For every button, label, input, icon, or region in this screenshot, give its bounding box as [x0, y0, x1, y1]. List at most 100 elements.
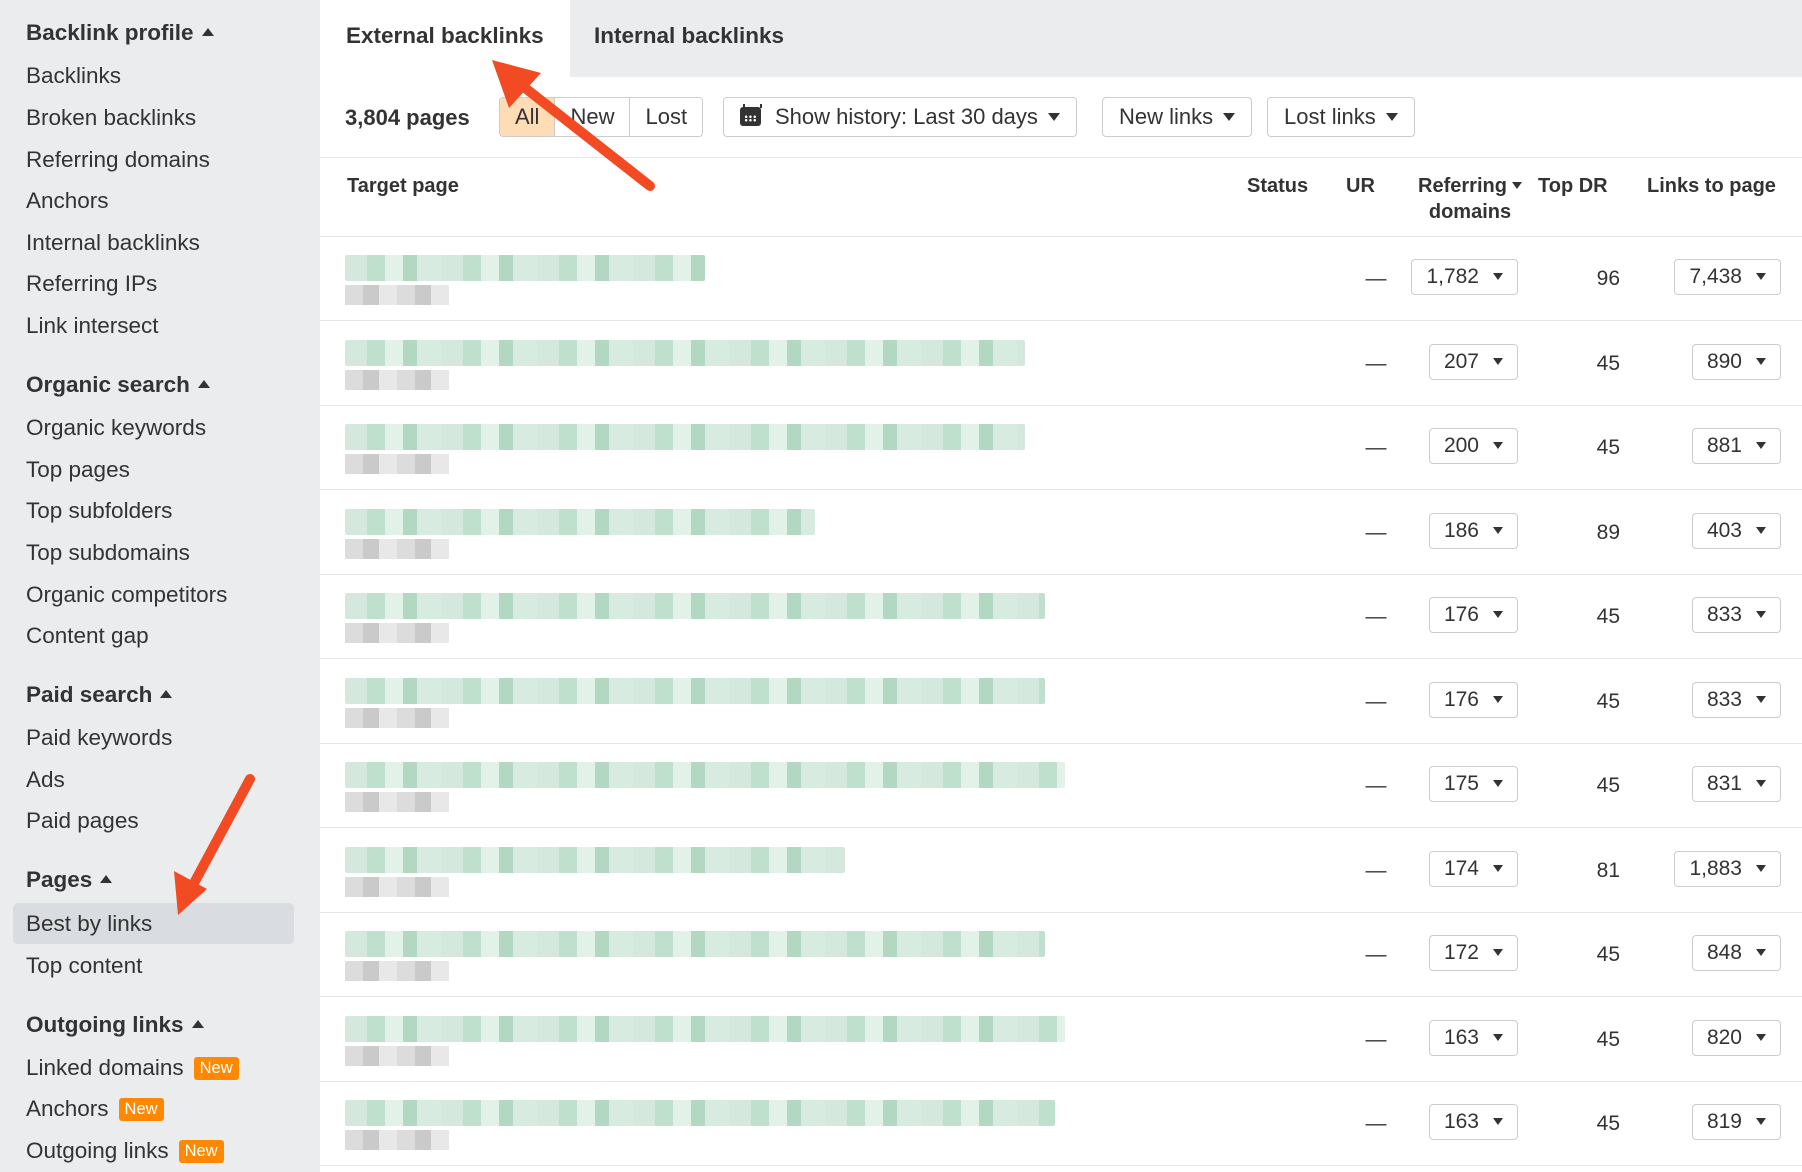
table-row[interactable]: — 186 89 403	[320, 491, 1802, 575]
referring-domains-dropdown[interactable]: 176	[1428, 597, 1518, 633]
sidebar-item-top-subdomains[interactable]: Top subdomains	[13, 532, 294, 573]
caret-down-icon	[1756, 780, 1766, 787]
links-to-page-value: 7,438	[1689, 265, 1742, 288]
target-page-link-redacted[interactable]	[345, 336, 1025, 392]
show-history-dropdown[interactable]: Show history: Last 30 days	[723, 97, 1077, 137]
links-to-page-dropdown[interactable]: 831	[1691, 766, 1781, 802]
sidebar-item-best-by-links[interactable]: Best by links	[13, 903, 294, 944]
sort-desc-icon	[1511, 182, 1522, 189]
redacted-url	[345, 846, 845, 873]
links-to-page-dropdown[interactable]: 1,883	[1674, 850, 1781, 887]
links-to-page-dropdown[interactable]: 833	[1691, 597, 1781, 633]
links-to-page-dropdown[interactable]: 7,438	[1674, 259, 1781, 295]
sidebar-item-paid-pages[interactable]: Paid pages	[13, 800, 294, 841]
filter-new-button[interactable]: New	[555, 98, 631, 136]
table-row[interactable]: — 1,782 96 7,438	[320, 237, 1802, 321]
ur-value: —	[1365, 351, 1387, 375]
column-status[interactable]: Status	[1247, 173, 1308, 199]
referring-domains-dropdown[interactable]: 175	[1428, 766, 1518, 802]
sidebar-group-pages[interactable]: Pages	[26, 867, 113, 893]
sidebar-item-outgoing-links[interactable]: Outgoing links New	[13, 1130, 294, 1171]
caret-down-icon	[1493, 273, 1503, 280]
sidebar-item-broken-backlinks[interactable]: Broken backlinks	[13, 97, 294, 138]
sidebar-item-outgoing-anchors[interactable]: Anchors New	[13, 1088, 294, 1129]
redacted-url-meta	[345, 369, 449, 390]
target-page-link-redacted[interactable]	[345, 251, 705, 307]
sidebar-item-top-pages[interactable]: Top pages	[13, 449, 294, 490]
links-to-page-value: 1,883	[1689, 856, 1742, 880]
target-page-link-redacted[interactable]	[345, 589, 1045, 645]
tab-external-backlinks[interactable]: External backlinks	[320, 0, 570, 77]
filter-lost-button[interactable]: Lost	[630, 98, 703, 136]
sidebar-group-backlink-profile[interactable]: Backlink profile	[26, 20, 214, 46]
table-row[interactable]: — 172 45 848	[320, 913, 1802, 997]
sidebar-group-title: Organic search	[26, 372, 190, 397]
table-row[interactable]: — 163 45 819	[320, 1082, 1802, 1166]
referring-domains-dropdown[interactable]: 1,782	[1411, 259, 1518, 295]
tab-internal-backlinks[interactable]: Internal backlinks	[568, 0, 810, 77]
filter-all-button[interactable]: All	[500, 98, 556, 136]
sidebar-item-label: Referring domains	[26, 147, 210, 172]
referring-domains-dropdown[interactable]: 186	[1428, 512, 1518, 549]
column-target-page[interactable]: Target page	[347, 173, 459, 199]
column-links-to-page[interactable]: Links to page	[1647, 173, 1776, 199]
sidebar-item-backlinks[interactable]: Backlinks	[13, 55, 294, 96]
sidebar-item-referring-domains[interactable]: Referring domains	[13, 139, 294, 180]
redacted-url	[345, 255, 705, 281]
table-row[interactable]: — 176 45 833	[320, 575, 1802, 659]
referring-domains-dropdown[interactable]: 163	[1428, 1104, 1518, 1140]
sidebar-item-top-subfolders[interactable]: Top subfolders	[13, 490, 294, 531]
target-page-link-redacted[interactable]	[345, 420, 1025, 476]
table-row[interactable]: — 175 45 831	[320, 744, 1802, 828]
sidebar-item-anchors[interactable]: Anchors	[13, 180, 294, 221]
target-page-link-redacted[interactable]	[345, 674, 1045, 730]
links-to-page-dropdown[interactable]: 820	[1691, 1019, 1781, 1056]
referring-domains-dropdown[interactable]: 174	[1428, 850, 1518, 887]
referring-domains-dropdown[interactable]: 163	[1428, 1019, 1518, 1056]
sidebar-item-link-intersect[interactable]: Link intersect	[13, 305, 294, 346]
table-row[interactable]: — 200 45 881	[320, 406, 1802, 490]
target-page-link-redacted[interactable]	[345, 505, 815, 561]
sidebar-item-organic-competitors[interactable]: Organic competitors	[13, 574, 294, 615]
sidebar-item-paid-keywords[interactable]: Paid keywords	[13, 717, 294, 758]
links-to-page-dropdown[interactable]: 403	[1691, 512, 1781, 549]
redacted-url	[345, 931, 1045, 957]
referring-domains-dropdown[interactable]: 172	[1428, 935, 1518, 971]
lost-links-dropdown[interactable]: Lost links	[1267, 97, 1415, 137]
referring-domains-dropdown[interactable]: 207	[1428, 343, 1518, 380]
sidebar-item-top-content[interactable]: Top content	[13, 945, 294, 986]
target-page-link-redacted[interactable]	[345, 758, 1065, 814]
target-page-link-redacted[interactable]	[345, 843, 845, 899]
column-referring-domains[interactable]: Referring domains	[1414, 173, 1526, 225]
sidebar-item-ads[interactable]: Ads	[13, 759, 294, 800]
column-top-dr[interactable]: Top DR	[1538, 173, 1608, 199]
table-row[interactable]: — 207 45 890	[320, 322, 1802, 406]
sidebar-group-paid-search[interactable]: Paid search	[26, 682, 173, 708]
sidebar-item-label: Ads	[26, 767, 65, 792]
links-to-page-dropdown[interactable]: 890	[1691, 343, 1781, 380]
sidebar-item-linked-domains[interactable]: Linked domains New	[13, 1047, 294, 1088]
links-to-page-dropdown[interactable]: 833	[1691, 681, 1781, 718]
sidebar-item-label: Linked domains	[26, 1055, 184, 1080]
sidebar-item-internal-backlinks[interactable]: Internal backlinks	[13, 222, 294, 263]
sidebar-group-organic-search[interactable]: Organic search	[26, 372, 210, 398]
top-dr-value: 96	[1596, 267, 1620, 290]
sidebar-group-outgoing-links[interactable]: Outgoing links	[26, 1012, 204, 1038]
target-page-link-redacted[interactable]	[345, 1012, 1065, 1068]
column-ur[interactable]: UR	[1346, 173, 1375, 199]
table-row[interactable]: — 176 45 833	[320, 660, 1802, 744]
redacted-url-meta	[345, 792, 449, 812]
links-to-page-dropdown[interactable]: 881	[1691, 428, 1781, 464]
referring-domains-dropdown[interactable]: 176	[1428, 681, 1518, 718]
links-to-page-dropdown[interactable]: 848	[1691, 935, 1781, 971]
sidebar-item-organic-keywords[interactable]: Organic keywords	[13, 407, 294, 448]
sidebar-item-content-gap[interactable]: Content gap	[13, 615, 294, 656]
table-row[interactable]: — 163 45 820	[320, 998, 1802, 1082]
target-page-link-redacted[interactable]	[345, 1096, 1055, 1152]
table-row[interactable]: — 174 81 1,883	[320, 829, 1802, 913]
new-links-dropdown[interactable]: New links	[1102, 97, 1253, 137]
target-page-link-redacted[interactable]	[345, 927, 1045, 983]
referring-domains-dropdown[interactable]: 200	[1428, 428, 1518, 464]
sidebar-item-referring-ips[interactable]: Referring IPs	[13, 263, 294, 304]
links-to-page-dropdown[interactable]: 819	[1691, 1104, 1781, 1140]
